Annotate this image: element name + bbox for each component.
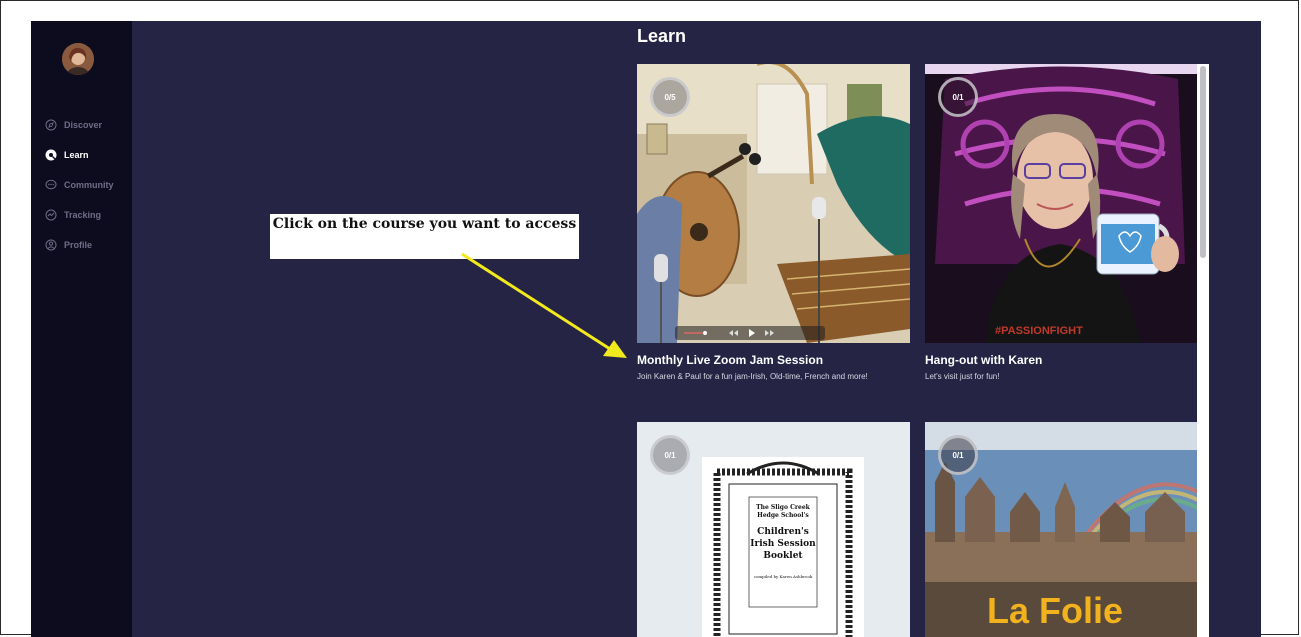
- sidebar-item-discover[interactable]: Discover: [45, 110, 114, 140]
- progress-badge: 0/1: [938, 77, 978, 117]
- course-description: Join Karen & Paul for a fun jam-Irish, O…: [637, 372, 868, 381]
- avatar[interactable]: [62, 43, 94, 75]
- chat-icon: [45, 179, 57, 190]
- sidebar-item-learn[interactable]: Learn: [45, 140, 114, 170]
- sidebar-item-label: Tracking: [64, 210, 102, 220]
- booklet-line: The Sligo Creek: [756, 504, 810, 511]
- app-window: Discover Learn Community Tracking Profil…: [31, 21, 1261, 637]
- course-description: Let's visit just for fun!: [925, 372, 1000, 381]
- sidebar-nav: Discover Learn Community Tracking Profil…: [45, 110, 114, 260]
- course-title[interactable]: Monthly Live Zoom Jam Session: [637, 353, 823, 367]
- course-thumbnail[interactable]: #PASSIONFIGHT 0/1: [925, 64, 1198, 343]
- course-thumbnail[interactable]: The Sligo Creek Hedge School's Children'…: [637, 422, 910, 637]
- instruction-callout: Click on the course you want to access: [270, 214, 579, 259]
- booklet-title-line: Children's: [757, 527, 809, 537]
- progress-badge: 0/1: [650, 435, 690, 475]
- page-title: Learn: [637, 26, 687, 46]
- learn-icon: [45, 149, 57, 161]
- avatar-photo: [62, 43, 94, 75]
- compass-icon: [45, 119, 57, 131]
- course-thumbnail[interactable]: 0/5: [637, 64, 910, 343]
- sidebar: Discover Learn Community Tracking Profil…: [31, 21, 132, 637]
- course-card-jam-session[interactable]: 0/5 Monthly Live Zoom Jam Session Join K…: [637, 64, 910, 404]
- course-title[interactable]: Hang-out with Karen: [925, 353, 1042, 367]
- sidebar-item-label: Community: [64, 180, 114, 190]
- sidebar-item-tracking[interactable]: Tracking: [45, 200, 114, 230]
- sidebar-item-label: Learn: [64, 150, 89, 160]
- sidebar-item-profile[interactable]: Profile: [45, 230, 114, 260]
- user-icon: [45, 239, 57, 251]
- sidebar-item-label: Discover: [64, 120, 103, 130]
- sidebar-item-community[interactable]: Community: [45, 170, 114, 200]
- course-overlay-title: La Folie: [987, 590, 1124, 631]
- sidebar-item-label: Profile: [64, 240, 93, 250]
- chart-icon: [45, 209, 57, 221]
- progress-badge: 0/1: [938, 435, 978, 475]
- booklet-text: The Sligo Creek Hedge School's Children'…: [749, 502, 817, 580]
- booklet-credit: compiled by Karen Ashbrook: [753, 574, 813, 579]
- svg-text:#PASSIONFIGHT: #PASSIONFIGHT: [995, 325, 1083, 337]
- course-card-la-folie[interactable]: La Folie 0/1: [925, 422, 1198, 637]
- course-card-hangout[interactable]: #PASSIONFIGHT 0/1 Hang-out with Karen Le…: [925, 64, 1198, 404]
- progress-badge: 0/5: [650, 77, 690, 117]
- course-thumbnail[interactable]: La Folie 0/1: [925, 422, 1198, 637]
- booklet-title-line: Booklet: [763, 551, 803, 561]
- booklet-title-line: Irish Session: [750, 539, 816, 549]
- scrollbar-thumb[interactable]: [1200, 66, 1206, 258]
- course-card-booklet[interactable]: The Sligo Creek Hedge School's Children'…: [637, 422, 910, 637]
- booklet-line: Hedge School's: [757, 512, 809, 519]
